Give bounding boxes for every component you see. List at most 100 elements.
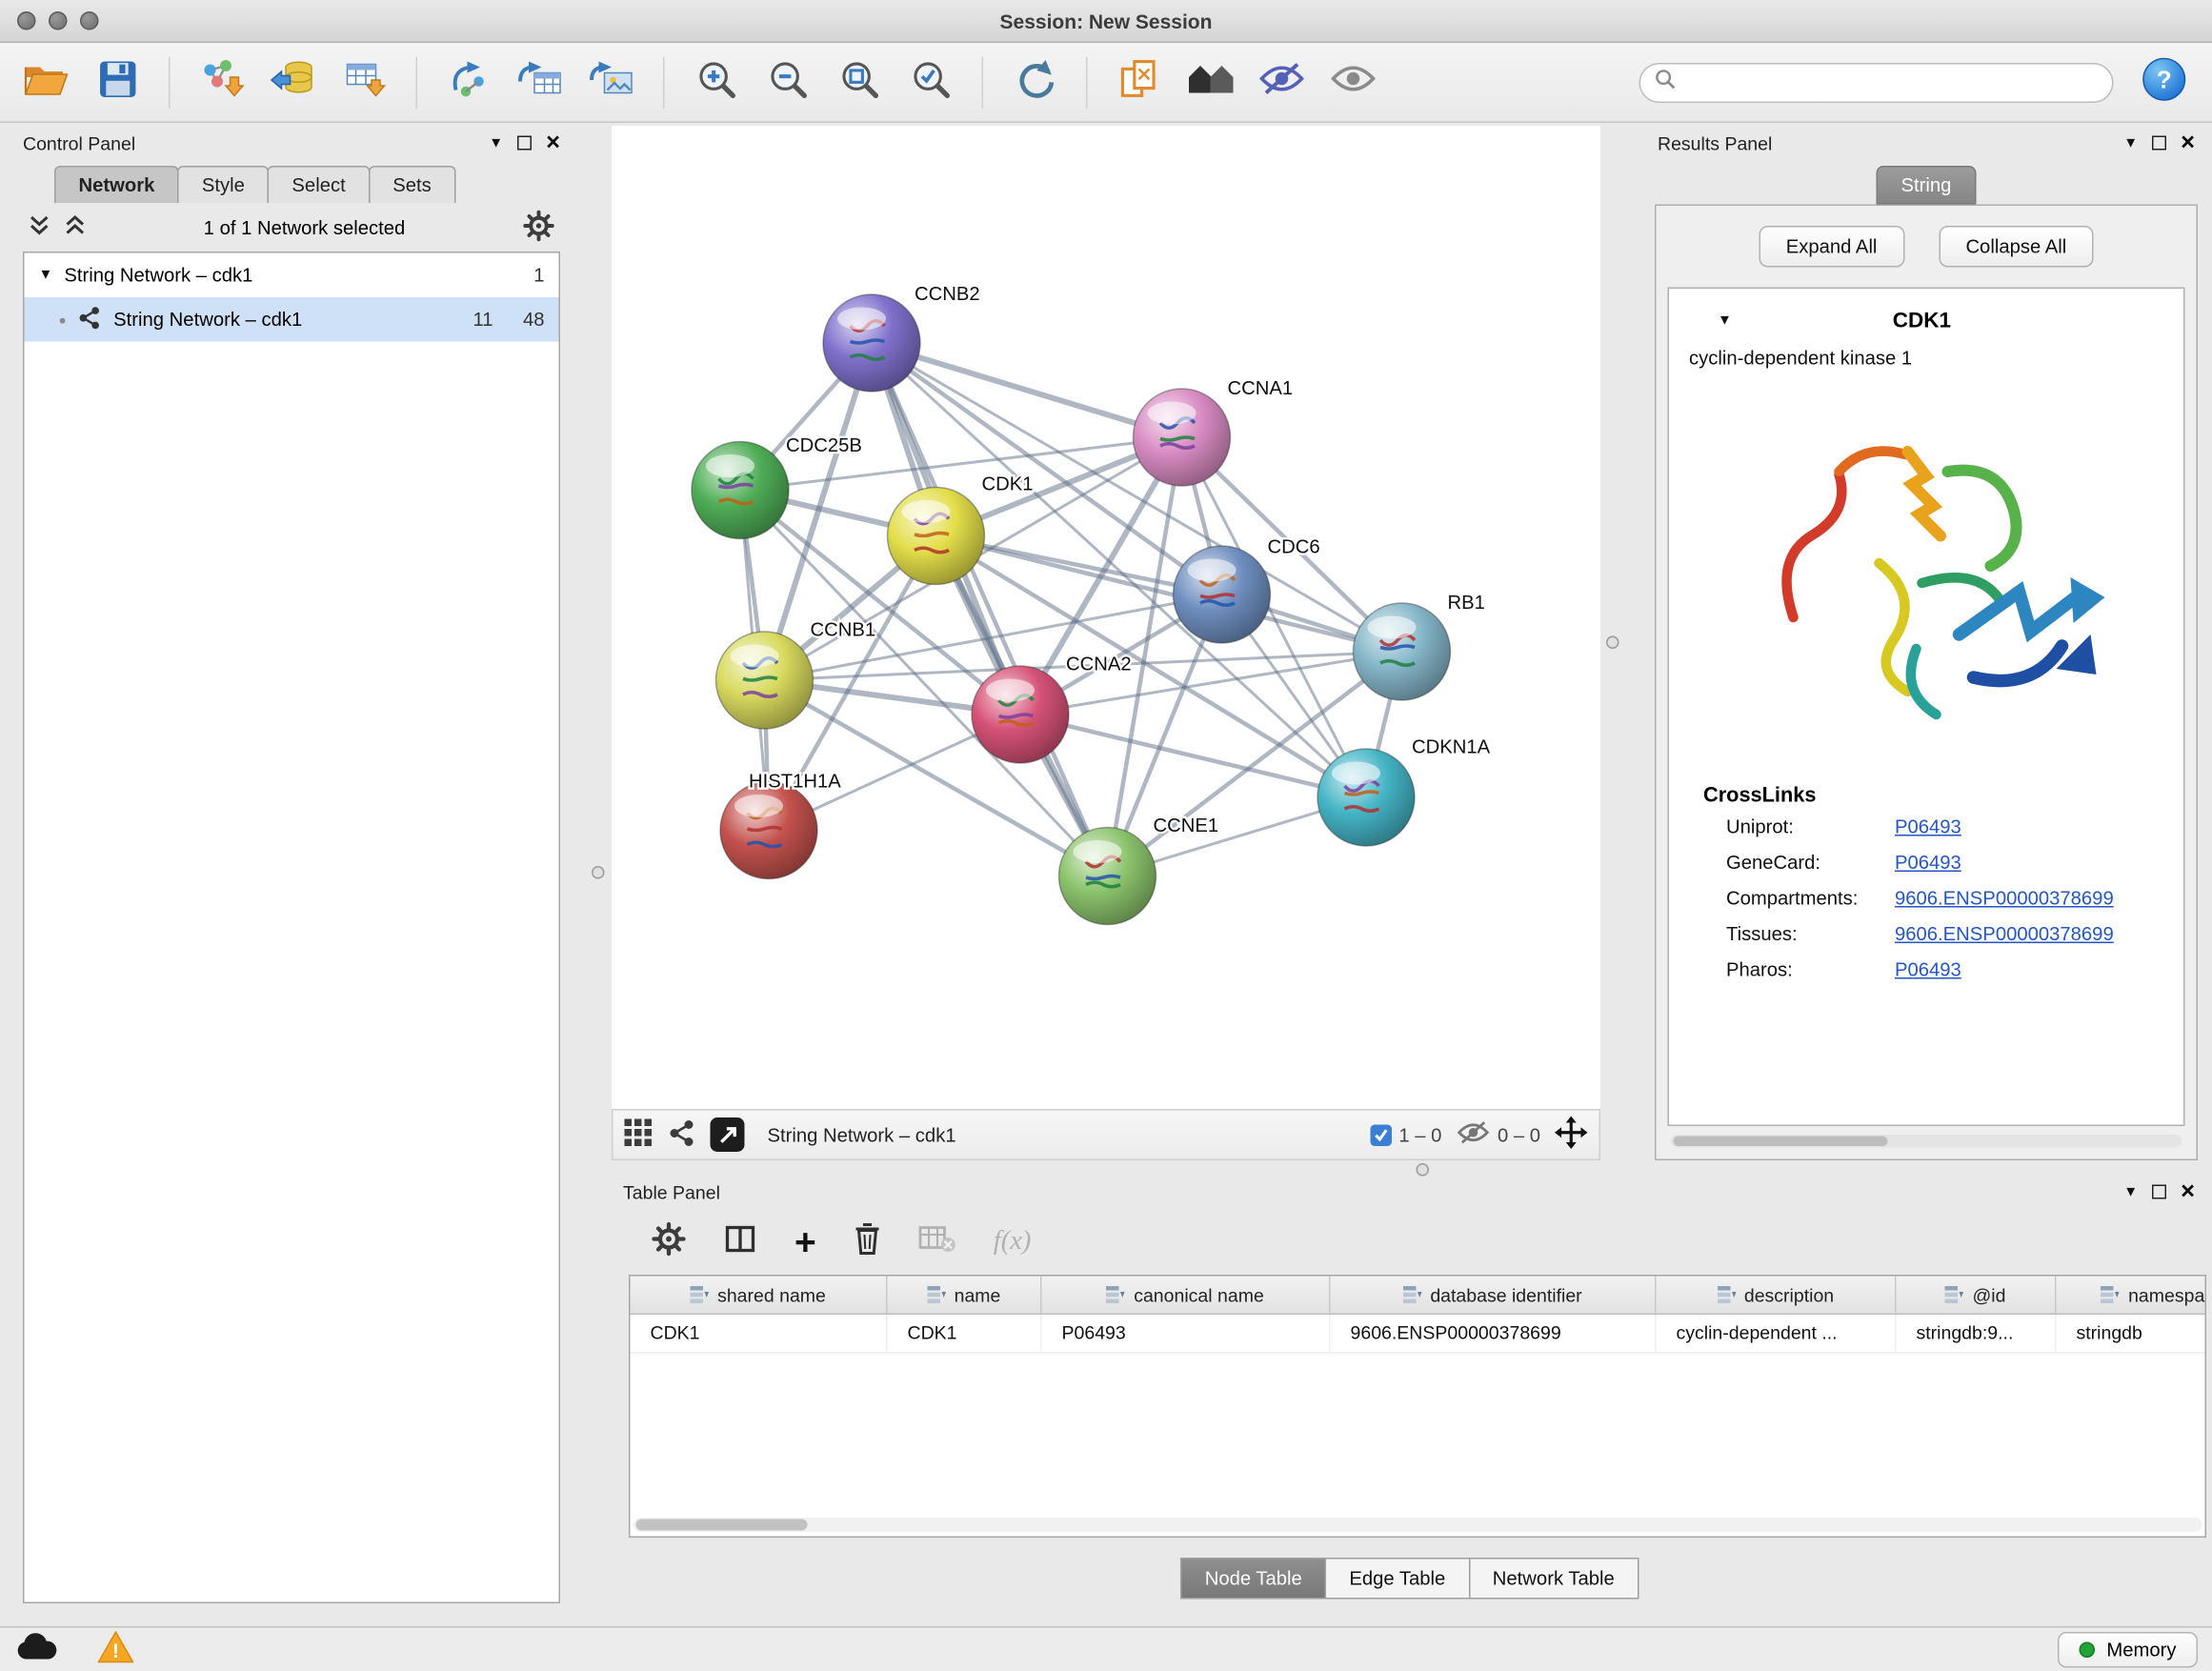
- network-node[interactable]: CCNA1: [1134, 378, 1294, 486]
- protein-collapse-icon[interactable]: ▼: [1718, 313, 1732, 330]
- warning-icon[interactable]: !: [97, 1630, 134, 1670]
- float-panel-icon[interactable]: [2152, 136, 2166, 151]
- panel-menu-icon[interactable]: ▼: [2123, 1184, 2138, 1200]
- search-input[interactable]: [1685, 71, 2099, 93]
- new-network-from-selection-button[interactable]: [509, 50, 572, 113]
- cell-canonical-name[interactable]: P06493: [1042, 1315, 1331, 1352]
- search-box[interactable]: [1639, 62, 2114, 102]
- network-collection-row[interactable]: ▼ String Network – cdk1 1: [25, 253, 559, 298]
- cell-shared-name[interactable]: CDK1: [631, 1315, 888, 1352]
- tab-style[interactable]: Style: [177, 166, 269, 203]
- hide-selected-button[interactable]: [1251, 50, 1314, 113]
- panel-resize-handle[interactable]: [1417, 1163, 1430, 1177]
- duplicate-page-button[interactable]: [1108, 50, 1171, 113]
- cell-namespace[interactable]: stringdb: [2057, 1315, 2207, 1352]
- network-node[interactable]: CCNB1: [716, 620, 876, 730]
- network-node[interactable]: HIST1H1A: [720, 772, 841, 879]
- column-header[interactable]: namespace: [2057, 1277, 2207, 1314]
- crosslink-row: Uniprot: P06493: [1726, 816, 2169, 838]
- add-column-icon[interactable]: +: [794, 1228, 816, 1257]
- close-panel-icon[interactable]: ×: [2181, 1185, 2195, 1199]
- close-panel-icon[interactable]: ×: [2181, 136, 2195, 151]
- panel-menu-icon[interactable]: ▼: [2123, 135, 2138, 151]
- columns-icon[interactable]: [723, 1222, 757, 1261]
- zoom-out-button[interactable]: [756, 50, 819, 113]
- cell-database-identifier[interactable]: 9606.ENSP00000378699: [1331, 1315, 1657, 1352]
- crosslink-link[interactable]: P06493: [1895, 816, 1961, 838]
- panel-menu-icon[interactable]: ▼: [489, 135, 503, 151]
- show-all-button[interactable]: [1322, 50, 1385, 113]
- column-header[interactable]: description: [1657, 1277, 1897, 1314]
- import-network-file-button[interactable]: [191, 50, 253, 113]
- memory-button[interactable]: Memory: [2058, 1632, 2198, 1668]
- node-label: CCNA1: [1228, 378, 1294, 399]
- column-header[interactable]: name: [888, 1277, 1042, 1314]
- expand-all-button[interactable]: Expand All: [1759, 226, 1904, 268]
- open-in-browser-button[interactable]: [711, 1117, 745, 1152]
- delete-column-icon[interactable]: [854, 1221, 882, 1263]
- tab-select[interactable]: Select: [268, 166, 370, 203]
- export-image-button[interactable]: [580, 50, 643, 113]
- column-header[interactable]: canonical name: [1042, 1277, 1331, 1314]
- crosslink-link[interactable]: 9606.ENSP00000378699: [1895, 888, 2114, 910]
- float-panel-icon[interactable]: [517, 136, 532, 151]
- float-panel-icon[interactable]: [2152, 1185, 2166, 1199]
- clear-table-icon: [919, 1224, 956, 1260]
- zoom-fit-button[interactable]: [828, 50, 891, 113]
- tab-edge-table[interactable]: Edge Table: [1325, 1558, 1470, 1600]
- birdseye-grid-icon[interactable]: [625, 1118, 654, 1152]
- zoom-selected-button[interactable]: [899, 50, 962, 113]
- import-network-database-button[interactable]: [262, 50, 325, 113]
- selected-checkbox-icon[interactable]: [1370, 1124, 1392, 1146]
- zoom-in-button[interactable]: [685, 50, 748, 113]
- crosslink-link[interactable]: P06493: [1895, 959, 1961, 981]
- network-node[interactable]: CDK1: [888, 474, 1034, 585]
- home-button[interactable]: [1179, 50, 1242, 113]
- cell-name[interactable]: CDK1: [888, 1315, 1042, 1352]
- pan-crosshair-icon[interactable]: [1555, 1117, 1588, 1154]
- cell-description[interactable]: cyclin-dependent ...: [1657, 1315, 1897, 1352]
- panel-resize-handle[interactable]: [592, 866, 605, 879]
- collection-expand-icon[interactable]: ▼: [39, 268, 53, 284]
- save-session-button[interactable]: [86, 50, 149, 113]
- network-graph[interactable]: CCNB2CCNA1CDC25BCDK1CDC6RB1CCNB1CCNA2CDK…: [612, 126, 1600, 1109]
- tab-string[interactable]: String: [1877, 166, 1976, 205]
- cloud-icon[interactable]: [14, 1632, 57, 1668]
- table-gear-icon[interactable]: [652, 1221, 686, 1263]
- tab-sets[interactable]: Sets: [369, 166, 456, 203]
- import-table-button[interactable]: [333, 50, 396, 113]
- column-header[interactable]: database identifier: [1331, 1277, 1657, 1314]
- tab-node-table[interactable]: Node Table: [1180, 1558, 1326, 1600]
- share-icon[interactable]: [668, 1118, 696, 1152]
- column-header[interactable]: shared name: [631, 1277, 888, 1314]
- panel-resize-handle[interactable]: [1606, 636, 1619, 650]
- collapse-all-icon[interactable]: [29, 213, 50, 241]
- table-horizontal-scrollbar[interactable]: [633, 1518, 2202, 1532]
- table-row[interactable]: CDK1 CDK1 P06493 9606.ENSP00000378699 cy…: [631, 1315, 2205, 1354]
- edge-count: 48: [505, 309, 545, 331]
- expand-all-icon[interactable]: [65, 213, 87, 241]
- crosslink-link[interactable]: 9606.ENSP00000378699: [1895, 923, 2114, 945]
- tab-network-table[interactable]: Network Table: [1468, 1558, 1639, 1600]
- gear-icon[interactable]: [523, 210, 554, 246]
- column-header[interactable]: @id: [1897, 1277, 2057, 1314]
- hidden-count: 0 – 0: [1498, 1124, 1540, 1146]
- network-view[interactable]: CCNB2CCNA1CDC25BCDK1CDC6RB1CCNB1CCNA2CDK…: [612, 126, 1600, 1109]
- help-button[interactable]: ?: [2142, 56, 2187, 108]
- collapse-all-button[interactable]: Collapse All: [1939, 226, 2094, 268]
- results-scrollbar[interactable]: [1671, 1135, 2182, 1148]
- network-edge[interactable]: [1020, 715, 1366, 797]
- clone-network-button[interactable]: [437, 50, 500, 113]
- hidden-eye-icon[interactable]: [1456, 1120, 1490, 1149]
- open-session-button[interactable]: [14, 50, 77, 113]
- network-row[interactable]: ● String Network – cdk1 11 48: [25, 297, 559, 342]
- crosslink-label: Uniprot:: [1726, 816, 1895, 838]
- tab-network[interactable]: Network: [54, 166, 179, 203]
- refresh-button[interactable]: [1003, 50, 1066, 113]
- network-node[interactable]: RB1: [1354, 593, 1485, 700]
- network-node[interactable]: CCNB2: [823, 284, 980, 392]
- cell-id[interactable]: stringdb:9...: [1897, 1315, 2057, 1352]
- network-edge[interactable]: [872, 343, 1108, 876]
- crosslink-link[interactable]: P06493: [1895, 852, 1961, 874]
- close-panel-icon[interactable]: ×: [546, 136, 560, 151]
